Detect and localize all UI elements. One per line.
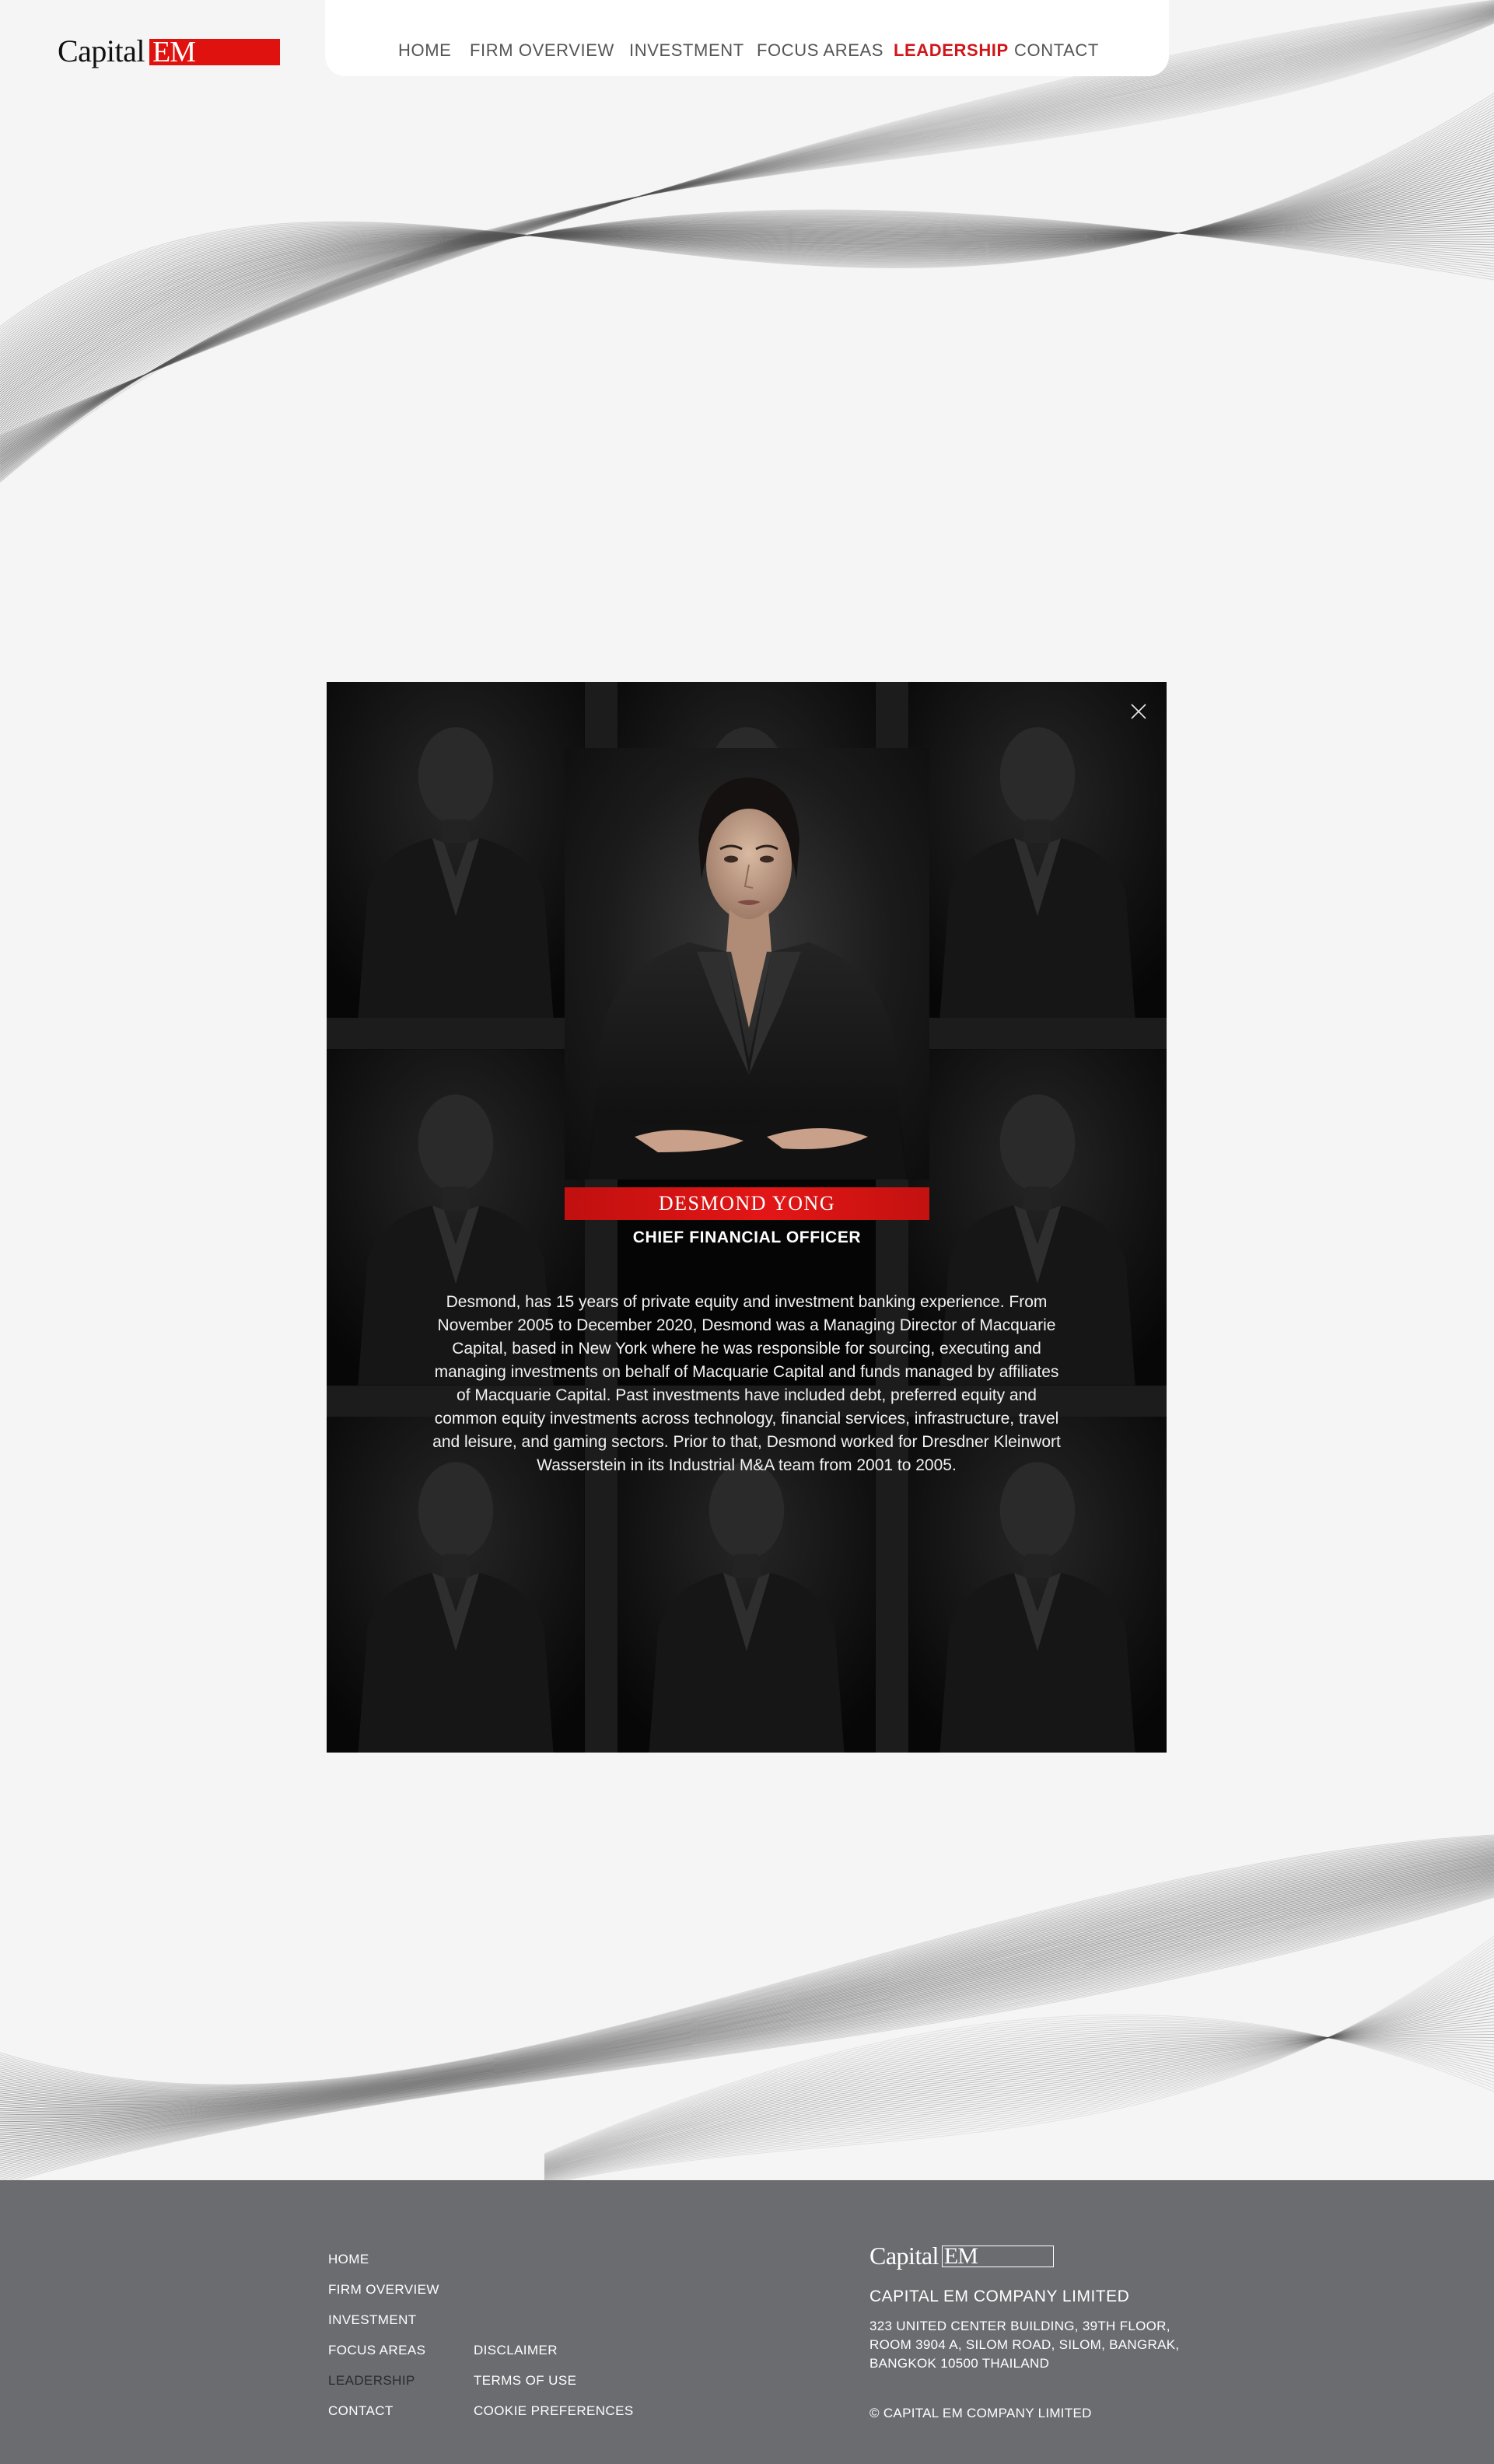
bg-portrait [908, 682, 1167, 1018]
bg-portrait [327, 682, 585, 1018]
footer-logo[interactable]: Capital EM [869, 2243, 1054, 2268]
footer-link-investment[interactable]: INVESTMENT [328, 2312, 417, 2328]
logo-em-box: EM [149, 37, 281, 67]
footer-link-firm-overview[interactable]: FIRM OVERVIEW [328, 2282, 439, 2298]
logo-word: Capital [58, 33, 145, 68]
nav-focus-areas[interactable]: FOCUS AREAS [757, 40, 883, 61]
footer-link-cookie-preferences[interactable]: COOKIE PREFERENCES [474, 2403, 634, 2419]
footer-link-focus-areas[interactable]: FOCUS AREAS [328, 2343, 425, 2358]
nav-home[interactable]: HOME [398, 40, 451, 61]
footer-link-disclaimer[interactable]: DISCLAIMER [474, 2343, 558, 2358]
address-line: ROOM 3904 A, SILOM ROAD, SILOM, BANGRAK, [869, 2337, 1180, 2352]
footer-link-contact[interactable]: CONTACT [328, 2403, 394, 2419]
footer-link-leadership[interactable]: LEADERSHIP [328, 2373, 415, 2389]
footer-link-home[interactable]: HOME [328, 2252, 369, 2267]
footer-logo-word: Capital [869, 2242, 939, 2270]
close-icon[interactable] [1128, 701, 1149, 722]
leader-portrait [565, 748, 929, 1180]
footer-link-terms[interactable]: TERMS OF USE [474, 2373, 576, 2389]
footer-address: 323 UNITED CENTER BUILDING, 39TH FLOOR, … [869, 2317, 1196, 2373]
footer-logo-em-box: EM [941, 2245, 1054, 2268]
leader-bio: Desmond, has 15 years of private equity … [432, 1293, 1061, 1474]
nav-leadership[interactable]: LEADERSHIP [894, 40, 1009, 61]
leader-modal: DESMOND YONG CHIEF FINANCIAL OFFICER Des… [327, 682, 1167, 1753]
wave-lines-bottom [0, 1834, 1494, 2185]
address-line: BANGKOK 10500 THAILAND [869, 2356, 1050, 2371]
site-logo[interactable]: Capital EM [58, 33, 281, 68]
leader-role: CHIEF FINANCIAL OFFICER [632, 1229, 862, 1246]
site-footer: HOME FIRM OVERVIEW INVESTMENT FOCUS AREA… [0, 2180, 1494, 2464]
address-line: 323 UNITED CENTER BUILDING, 39TH FLOOR, [869, 2319, 1170, 2333]
nav-firm-overview[interactable]: FIRM OVERVIEW [470, 40, 614, 61]
leader-name: DESMOND YONG [565, 1187, 929, 1220]
nav-contact[interactable]: CONTACT [1014, 40, 1099, 61]
footer-copyright: © CAPITAL EM COMPANY LIMITED [869, 2406, 1092, 2420]
nav-investment[interactable]: INVESTMENT [629, 40, 744, 61]
main-nav: HOME FIRM OVERVIEW INVESTMENT FOCUS AREA… [325, 0, 1169, 76]
footer-company-name: CAPITAL EM COMPANY LIMITED [869, 2288, 1130, 2305]
